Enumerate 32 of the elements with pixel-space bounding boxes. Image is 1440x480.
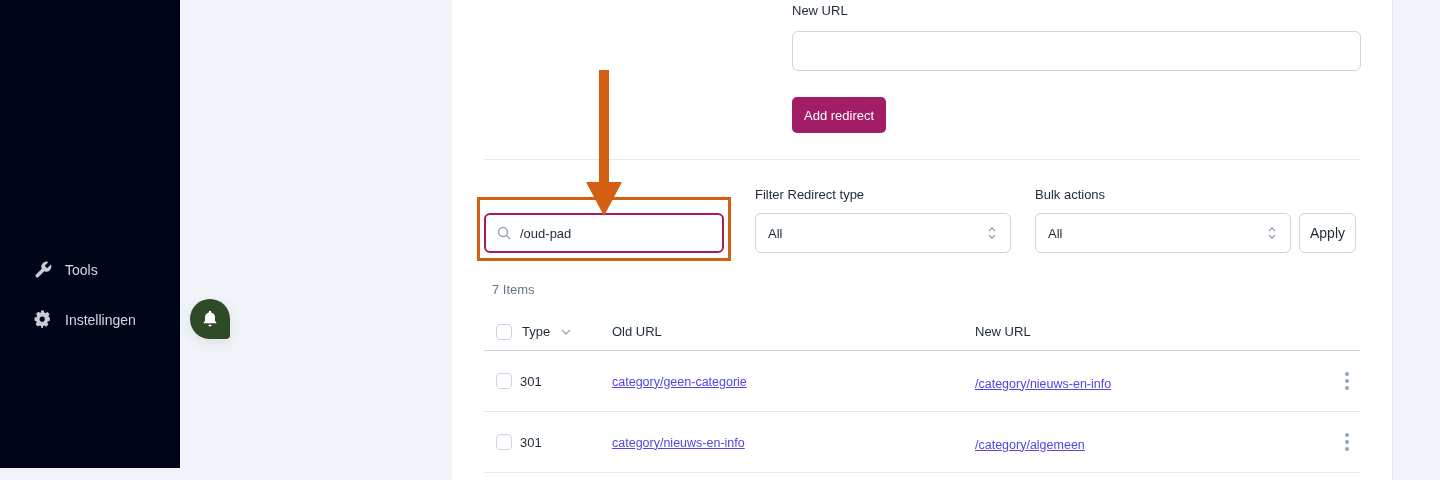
row-checkbox[interactable] bbox=[496, 434, 512, 450]
sidebar-item[interactable]: Tools bbox=[0, 254, 180, 286]
select-all-checkbox[interactable] bbox=[496, 323, 512, 340]
updown-icon bbox=[1266, 225, 1278, 241]
column-header: Old URL bbox=[612, 324, 662, 339]
search-field[interactable]: /oud-pad bbox=[484, 213, 724, 253]
field-label: New URL bbox=[792, 2, 849, 20]
select-field[interactable]: All bbox=[1035, 213, 1291, 253]
sidebar-item[interactable]: Instellingen bbox=[0, 304, 180, 336]
notification-button[interactable] bbox=[190, 299, 230, 339]
settings-icon bbox=[33, 310, 53, 330]
new-url-field[interactable] bbox=[792, 31, 1361, 71]
old-url-link[interactable]: category/nieuws-en-info bbox=[612, 435, 745, 450]
table-cell: 301 bbox=[520, 373, 542, 389]
select-field[interactable]: All bbox=[755, 213, 1011, 253]
more-icon[interactable] bbox=[1345, 433, 1349, 451]
new-url-link[interactable]: /category/nieuws-en-info bbox=[975, 376, 1112, 391]
field-label: Bulk actions bbox=[1035, 186, 1107, 204]
row-checkbox[interactable] bbox=[496, 373, 512, 389]
apply-button[interactable]: Apply bbox=[1299, 213, 1357, 253]
new-url-link[interactable]: /category/algemeen bbox=[975, 437, 1085, 452]
wrench-icon bbox=[33, 260, 53, 280]
more-icon[interactable] bbox=[1345, 372, 1349, 390]
column-header[interactable]: Type bbox=[522, 324, 551, 339]
add-redirect-button[interactable]: Add redirect bbox=[792, 97, 887, 133]
table-cell: 301 bbox=[520, 434, 542, 450]
old-url-link[interactable]: category/geen-categorie bbox=[612, 374, 747, 389]
field-label: Filter Redirect type bbox=[755, 186, 866, 204]
updown-icon bbox=[986, 225, 998, 241]
column-header: New URL bbox=[975, 324, 1031, 339]
search-icon bbox=[496, 225, 512, 241]
item-count: 7 Items bbox=[492, 282, 535, 297]
